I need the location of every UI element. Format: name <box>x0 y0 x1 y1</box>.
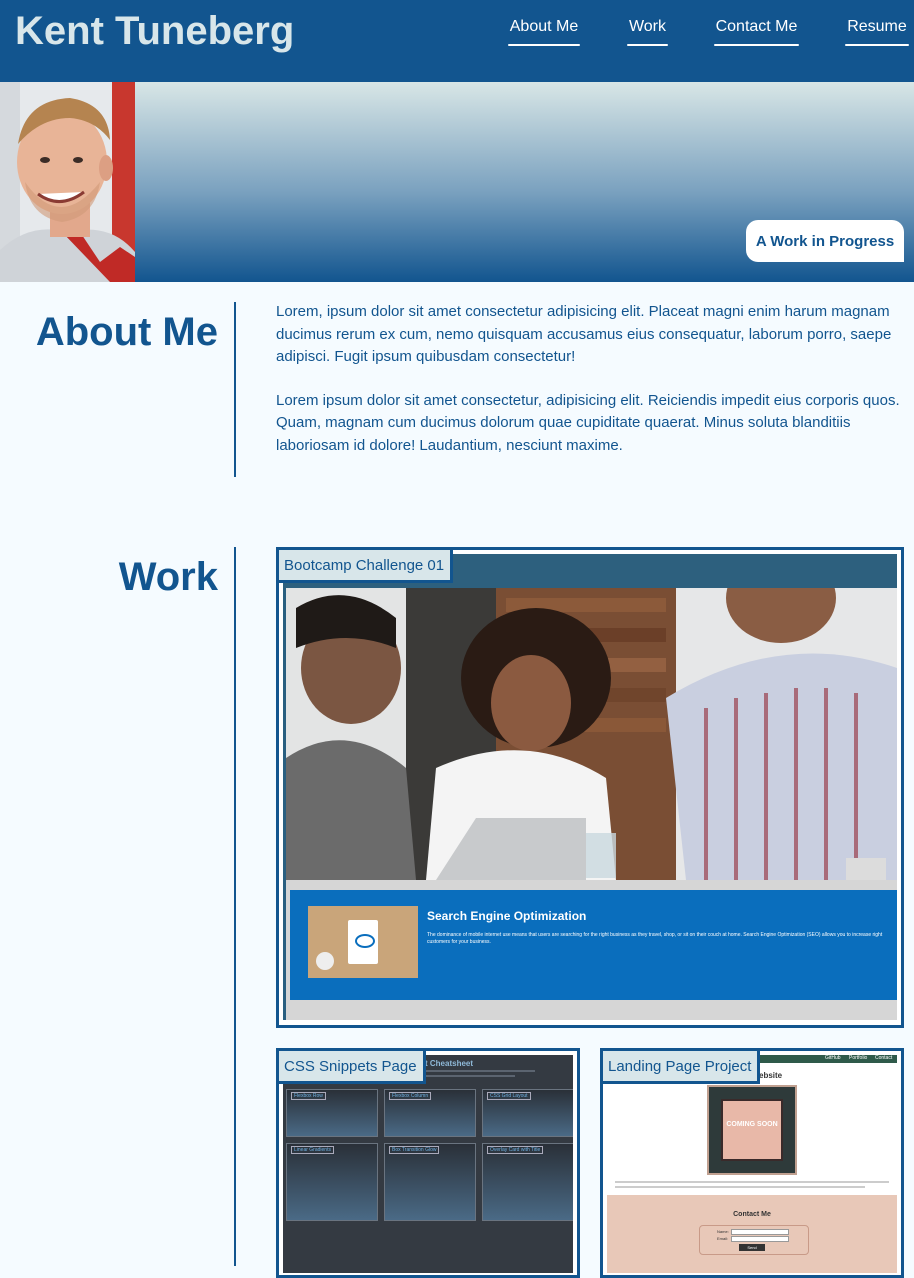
project-screenshot: GitHub Portfolio Contact ebsite COMING S… <box>607 1055 897 1273</box>
snippet-cell: Linear Gradients <box>286 1143 378 1221</box>
coming-soon-text: COMING SOON <box>726 1121 778 1128</box>
project-title: Landing Page Project <box>603 1051 761 1084</box>
snippet-header: t Cheatsheet <box>425 1059 474 1068</box>
landing-contact-section: Contact Me Name: Email: Send <box>607 1195 897 1273</box>
about-heading: About Me <box>35 310 218 354</box>
snippet-cell-title: Box Transition Glow <box>389 1146 440 1154</box>
about-paragraph: Lorem ipsum dolor sit amet consectetur, … <box>276 391 900 454</box>
hero-banner: A Work in Progress <box>0 82 914 282</box>
snippet-cell: Overlay Card with Title <box>482 1143 573 1221</box>
tagline-badge: A Work in Progress <box>746 220 904 262</box>
snippet-cell-title: Flexbox Row <box>291 1092 326 1100</box>
nav-contact-me[interactable]: Contact Me <box>714 16 799 46</box>
snippet-cell: Flexbox Column <box>384 1089 476 1137</box>
snippet-cell-title: Overlay Card with Title <box>487 1146 544 1154</box>
about-text: Lorem, ipsum dolor sit amet consectetur … <box>276 301 904 478</box>
project-screenshot: Search Engine Optimization The dominance… <box>283 554 897 1020</box>
landing-send-button: Send <box>739 1244 765 1251</box>
snippet-cell: CSS Grid Layout <box>482 1089 573 1137</box>
snippet-cell-title: CSS Grid Layout <box>487 1092 531 1100</box>
landing-name-label: Name: <box>717 1229 729 1234</box>
about-paragraph: Lorem, ipsum dolor sit amet consectetur … <box>276 303 892 365</box>
project-title: CSS Snippets Page <box>279 1051 426 1084</box>
seo-banner-title: Search Engine Optimization <box>427 909 587 923</box>
landing-contact-title: Contact Me <box>733 1211 771 1218</box>
project-card-landing-page[interactable]: Landing Page Project GitHub Portfolio Co… <box>600 1048 904 1278</box>
project-card-css-snippets[interactable]: CSS Snippets Page t Cheatsheet Flexbox R… <box>276 1048 580 1278</box>
landing-nav-item: GitHub <box>825 1055 841 1061</box>
project-screenshot: t Cheatsheet Flexbox Row Flexbox Column … <box>283 1055 573 1273</box>
landing-nav-item: Contact <box>875 1055 893 1061</box>
coming-soon-image: COMING SOON <box>707 1085 797 1175</box>
seo-banner: Search Engine Optimization The dominance… <box>290 890 897 1000</box>
about-divider <box>234 302 236 477</box>
landing-email-label: Email: <box>717 1236 729 1241</box>
landing-header: ebsite <box>759 1071 783 1080</box>
profile-photo <box>0 82 135 282</box>
nav-about-me[interactable]: About Me <box>508 16 580 46</box>
landing-nav-item: Portfolio <box>849 1055 868 1061</box>
seo-image <box>308 906 418 978</box>
snippet-cell: Box Transition Glow <box>384 1143 476 1221</box>
project-title: Bootcamp Challenge 01 <box>279 550 454 583</box>
project-card-bootcamp[interactable]: Bootcamp Challenge 01 Search Engine Opti… <box>276 547 904 1028</box>
seo-banner-text: The dominance of mobile internet use mea… <box>427 932 883 945</box>
work-heading: Work <box>118 555 218 599</box>
team-photo <box>286 588 897 880</box>
snippet-cell: Flexbox Row <box>286 1089 378 1137</box>
work-divider <box>234 547 236 1266</box>
nav-work[interactable]: Work <box>627 16 668 46</box>
nav-resume[interactable]: Resume <box>845 16 909 46</box>
snippet-cell-title: Flexbox Column <box>389 1092 432 1100</box>
site-header: Kent Tuneberg About Me Work Contact Me R… <box>0 0 914 82</box>
main-nav: About Me Work Contact Me Resume <box>0 16 914 46</box>
snippet-cell-title: Linear Gradients <box>291 1146 334 1154</box>
